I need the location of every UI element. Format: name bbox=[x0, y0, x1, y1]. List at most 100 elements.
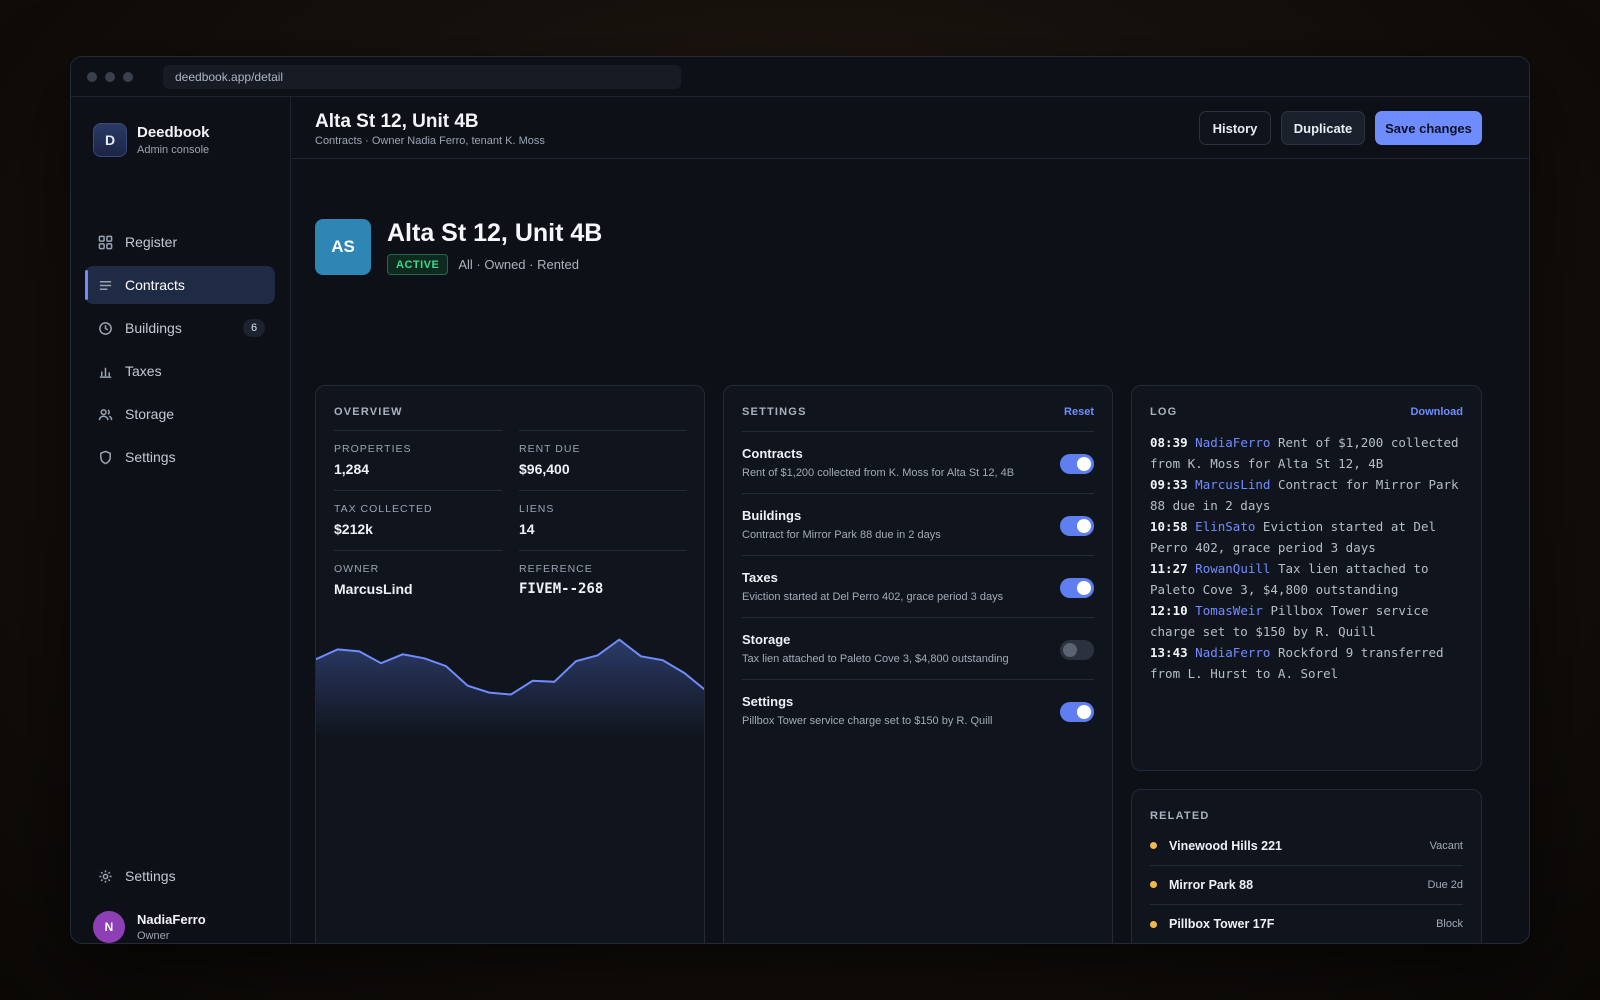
setting-row-contracts: Contracts Rent of $1,200 collected from … bbox=[742, 431, 1094, 493]
buildings-toggle[interactable] bbox=[1060, 516, 1094, 536]
settings-label: SETTINGS bbox=[742, 406, 807, 418]
sidebar-item-storage[interactable]: Storage bbox=[85, 395, 275, 433]
brand-logo: D bbox=[93, 123, 127, 157]
log-user[interactable]: ElinSato bbox=[1195, 519, 1255, 534]
user-profile[interactable]: N NadiaFerro Owner bbox=[93, 911, 206, 943]
sidebar-item-label: Settings bbox=[125, 449, 176, 465]
address-bar[interactable]: deedbook.app/detail bbox=[163, 64, 681, 89]
main-content: Alta St 12, Unit 4B Contracts · Owner Na… bbox=[291, 97, 1529, 943]
user-role: Owner bbox=[137, 930, 170, 942]
window-close-dot[interactable] bbox=[87, 71, 97, 82]
log-text: 88 due in 2 days bbox=[1150, 498, 1271, 513]
clock-icon bbox=[97, 320, 113, 336]
status-badge: ACTIVE bbox=[387, 254, 449, 275]
bar-chart-icon bbox=[97, 363, 113, 379]
log-text: charge set to $150 by R. Quill bbox=[1150, 624, 1376, 639]
log-text: Pillbox Tower service bbox=[1270, 603, 1429, 618]
reset-link[interactable]: Reset bbox=[1064, 406, 1094, 418]
sidebar-item-register[interactable]: Register bbox=[85, 223, 275, 261]
log-user[interactable]: NadiaFerro bbox=[1195, 435, 1270, 450]
window-maximize-dot[interactable] bbox=[123, 71, 133, 82]
record-tags: All · Owned · Rented bbox=[458, 257, 580, 272]
stat-key: RENT DUE bbox=[519, 443, 581, 455]
storage-toggle[interactable] bbox=[1060, 640, 1094, 660]
stat-rent-due: RENT DUE $96,400 bbox=[519, 430, 687, 490]
setting-title: Taxes bbox=[742, 570, 778, 585]
log-user[interactable]: RowanQuill bbox=[1195, 561, 1270, 576]
log-time: 12:10 bbox=[1150, 603, 1188, 618]
overview-sparkline bbox=[316, 638, 704, 736]
settings-card: SETTINGS Reset Contracts Rent of $1,200 … bbox=[723, 385, 1113, 943]
stat-key: REFERENCE bbox=[519, 563, 593, 575]
sidebar-item-contracts[interactable]: Contracts bbox=[85, 266, 275, 304]
related-item[interactable]: Mirror Park 88 Due 2d bbox=[1150, 865, 1463, 905]
log-user[interactable]: MarcusLind bbox=[1195, 477, 1270, 492]
shield-icon bbox=[97, 449, 113, 465]
contracts-toggle[interactable] bbox=[1060, 454, 1094, 474]
window-minimize-dot[interactable] bbox=[105, 71, 115, 82]
stat-key: TAX COLLECTED bbox=[334, 503, 433, 515]
overview-label: OVERVIEW bbox=[334, 406, 403, 418]
page-subtitle: Contracts · Owner Nadia Ferro, tenant K.… bbox=[315, 135, 545, 147]
log-time: 11:27 bbox=[1150, 561, 1188, 576]
related-item[interactable]: Vinewood Hills 221 Vacant bbox=[1150, 826, 1463, 866]
record-hero: AS Alta St 12, Unit 4B ACTIVE All · Owne… bbox=[315, 219, 602, 275]
stat-value: $96,400 bbox=[519, 461, 570, 477]
related-card: RELATED Vinewood Hills 221 Vacant Mirror… bbox=[1131, 789, 1482, 943]
sidebar-item-buildings[interactable]: Buildings 6 bbox=[85, 309, 275, 347]
status-dot bbox=[1150, 881, 1157, 888]
user-name: NadiaFerro bbox=[137, 912, 206, 927]
log-user[interactable]: NadiaFerro bbox=[1195, 645, 1270, 660]
setting-title: Contracts bbox=[742, 446, 803, 461]
log-text: Paleto Cove 3, $4,800 outstanding bbox=[1150, 582, 1399, 597]
sparkline-area bbox=[316, 639, 704, 736]
log-user[interactable]: TomasWeir bbox=[1195, 603, 1263, 618]
related-item[interactable]: Pillbox Tower 17F Block bbox=[1150, 904, 1463, 943]
setting-description: Tax lien attached to Paleto Cove 3, $4,8… bbox=[742, 653, 1009, 665]
log-entry: 11:27 RowanQuill Tax lien attached to Pa… bbox=[1150, 558, 1467, 600]
taxes-toggle[interactable] bbox=[1060, 578, 1094, 598]
stat-key: PROPERTIES bbox=[334, 443, 412, 455]
log-entry: 08:39 NadiaFerro Rent of $1,200 collecte… bbox=[1150, 432, 1467, 474]
log-entry: 10:58 ElinSato Eviction started at Del P… bbox=[1150, 516, 1467, 558]
sidebar: D Deedbook Admin console Register Contra… bbox=[71, 97, 291, 943]
setting-description: Eviction started at Del Perro 402, grace… bbox=[742, 591, 1004, 603]
stat-key: OWNER bbox=[334, 563, 380, 575]
page-header: Alta St 12, Unit 4B Contracts · Owner Na… bbox=[291, 97, 1529, 159]
stat-value: 1,284 bbox=[334, 461, 370, 477]
gear-icon bbox=[97, 868, 113, 884]
setting-title: Buildings bbox=[742, 508, 802, 523]
log-time: 13:43 bbox=[1150, 645, 1188, 660]
setting-description: Contract for Mirror Park 88 due in 2 day… bbox=[742, 529, 941, 541]
log-text: Rockford 9 transferred bbox=[1277, 645, 1444, 660]
stat-owner: OWNER MarcusLind bbox=[334, 550, 502, 610]
related-status: Due 2d bbox=[1427, 878, 1463, 891]
settings-toggle[interactable] bbox=[1060, 702, 1094, 722]
save-changes-button[interactable]: Save changes bbox=[1375, 111, 1482, 145]
stat-key: LIENS bbox=[519, 503, 555, 515]
sidebar-item-label: Contracts bbox=[125, 277, 185, 293]
log-entry: 12:10 TomasWeir Pillbox Tower service ch… bbox=[1150, 600, 1467, 642]
buildings-count-badge: 6 bbox=[243, 319, 265, 337]
users-icon bbox=[97, 406, 113, 422]
history-button[interactable]: History bbox=[1199, 111, 1271, 145]
stat-properties: PROPERTIES 1,284 bbox=[334, 430, 502, 490]
related-status: Block bbox=[1436, 918, 1463, 930]
sidebar-item-bottom-settings[interactable]: Settings bbox=[85, 857, 275, 895]
status-dot bbox=[1150, 842, 1157, 849]
app-window: deedbook.app/detail D Deedbook Admin con… bbox=[70, 56, 1530, 944]
download-link[interactable]: Download bbox=[1410, 406, 1463, 418]
log-time: 08:39 bbox=[1150, 435, 1188, 450]
setting-row-buildings: Buildings Contract for Mirror Park 88 du… bbox=[742, 493, 1094, 555]
sidebar-item-settings[interactable]: Settings bbox=[85, 438, 275, 476]
related-name: Mirror Park 88 bbox=[1169, 877, 1254, 892]
stat-value: $212k bbox=[334, 521, 373, 537]
stat-value: 14 bbox=[519, 521, 535, 537]
brand-subtitle: Admin console bbox=[137, 144, 210, 156]
avatar: N bbox=[93, 911, 125, 943]
related-label: RELATED bbox=[1150, 810, 1210, 822]
sidebar-item-label: Settings bbox=[125, 868, 176, 884]
duplicate-button[interactable]: Duplicate bbox=[1281, 111, 1365, 145]
sidebar-item-taxes[interactable]: Taxes bbox=[85, 352, 275, 390]
sidebar-item-label: Register bbox=[125, 234, 178, 250]
